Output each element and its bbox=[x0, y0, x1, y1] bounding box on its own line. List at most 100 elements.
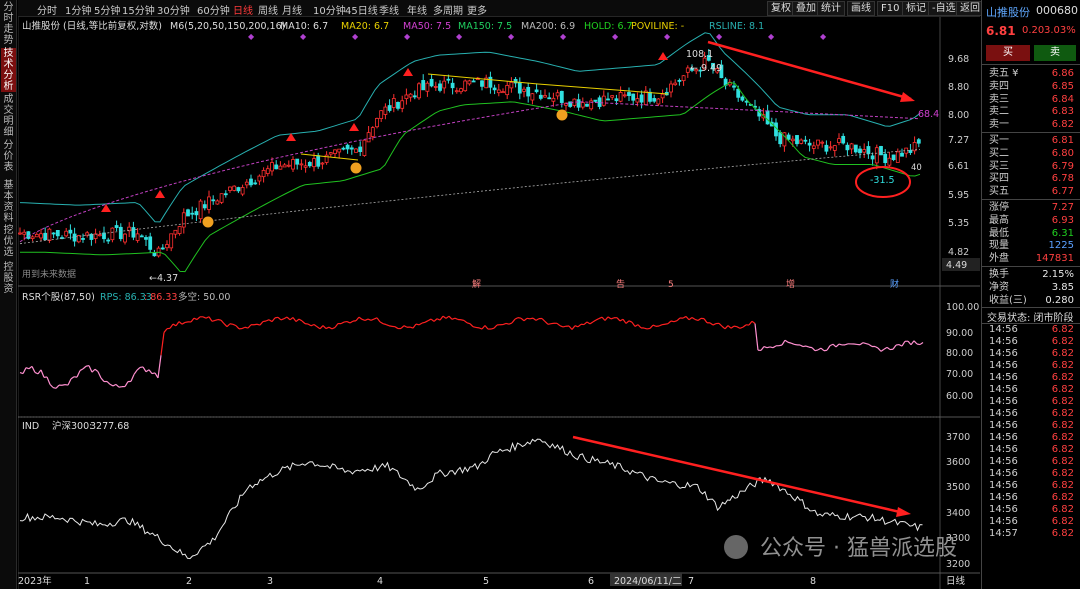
rsr-value: : 86.33 bbox=[144, 292, 177, 303]
ask-label: 卖三 bbox=[989, 93, 1009, 105]
left-nav-item[interactable]: 控股资 bbox=[1, 262, 16, 295]
left-nav-item[interactable]: 挖优选 bbox=[1, 225, 16, 259]
left-nav-item[interactable]: 基本资料 bbox=[1, 180, 16, 224]
left-nav-item[interactable]: 技术分析 bbox=[1, 48, 16, 92]
period-tab[interactable]: 45日线 bbox=[345, 2, 378, 17]
rsr-line bbox=[805, 345, 810, 348]
hold-signal-marker bbox=[556, 109, 568, 121]
time-axis-period: 日线 bbox=[946, 575, 966, 587]
period-tab[interactable]: 1分钟 bbox=[65, 2, 91, 17]
chart-header-label: 山推股份 (日线,等比前复权,对数) bbox=[22, 20, 162, 32]
candle-body bbox=[614, 98, 619, 102]
toolbar-button[interactable]: 叠加 bbox=[792, 1, 820, 16]
period-tab[interactable]: 30分钟 bbox=[157, 2, 190, 17]
buy-signal-marker bbox=[349, 123, 359, 131]
low-price-label: ←4.37 bbox=[149, 273, 178, 284]
rsr-line bbox=[862, 342, 867, 345]
rsr-line bbox=[88, 365, 93, 373]
rsr-line bbox=[175, 321, 180, 327]
divider bbox=[982, 199, 1080, 200]
period-tab[interactable]: 15分钟 bbox=[122, 2, 155, 17]
rsr-line bbox=[208, 316, 213, 322]
rsr-line bbox=[334, 323, 339, 328]
rsr-line bbox=[586, 321, 591, 325]
left-nav-item[interactable]: 成交明细 bbox=[1, 94, 16, 138]
toolbar-button[interactable]: 统计 bbox=[817, 1, 845, 16]
rsr-line bbox=[616, 317, 621, 322]
axis-tick-label: 3600 bbox=[946, 457, 970, 468]
period-tab[interactable]: 5分钟 bbox=[94, 2, 120, 17]
period-tab[interactable]: 更多 bbox=[467, 2, 487, 17]
period-tab[interactable]: 月线 bbox=[282, 2, 302, 17]
period-tab[interactable]: 周线 bbox=[258, 2, 278, 17]
rsr-line bbox=[310, 323, 315, 327]
candle-body bbox=[160, 247, 165, 250]
candle-body bbox=[908, 150, 913, 153]
rsr-line bbox=[82, 365, 87, 370]
rsr-line bbox=[301, 320, 306, 325]
hold-signal-marker bbox=[202, 216, 214, 228]
period-tab[interactable]: 分时 bbox=[37, 2, 57, 17]
axis-tick-label: 3500 bbox=[946, 482, 970, 493]
candle-body bbox=[286, 164, 291, 167]
trade-status: 交易状态: 闭市阶段 bbox=[987, 313, 1074, 325]
rsr-line bbox=[604, 316, 609, 321]
chart-header-label: MA50: 7.5 bbox=[403, 21, 451, 32]
rsr-line bbox=[718, 322, 723, 327]
rsr-line bbox=[901, 340, 906, 347]
toolbar-button[interactable]: 返回 bbox=[956, 1, 984, 16]
toolbar-button[interactable]: 标记 bbox=[902, 1, 930, 16]
toolbar-button[interactable]: 复权 bbox=[767, 1, 795, 16]
tick-price: 6.82 bbox=[1051, 444, 1074, 456]
signal-dot: ◆ bbox=[768, 32, 775, 41]
rsr-line bbox=[181, 321, 186, 325]
period-tab[interactable]: 多周期 bbox=[433, 2, 463, 17]
rsr-line bbox=[838, 343, 843, 346]
rsr-line bbox=[106, 381, 111, 385]
candle-body bbox=[30, 236, 35, 239]
signal-dot: ◆ bbox=[612, 32, 619, 41]
period-tab[interactable]: 60分钟 bbox=[197, 2, 230, 17]
period-tab[interactable]: 季线 bbox=[379, 2, 399, 17]
rsr-line bbox=[802, 345, 807, 348]
candle-body bbox=[144, 237, 148, 240]
left-nav-item[interactable]: 分时走势 bbox=[1, 2, 16, 46]
axis-tick-label: 5.95 bbox=[948, 190, 969, 201]
toolbar-button[interactable]: -自选 bbox=[928, 1, 960, 16]
stat-value: 6.31 bbox=[1051, 227, 1074, 239]
sell-button[interactable]: 卖 bbox=[1034, 45, 1076, 61]
period-tab[interactable]: 年线 bbox=[407, 2, 427, 17]
rsr-line bbox=[913, 340, 918, 345]
time-axis-label: 3 bbox=[267, 576, 273, 587]
period-tab[interactable]: 10分钟 bbox=[313, 2, 346, 17]
toolbar-button[interactable]: F10 bbox=[877, 1, 904, 16]
candle-body bbox=[207, 196, 211, 210]
bid-row: 买三 6.79 bbox=[986, 160, 1078, 173]
candle-body bbox=[824, 144, 829, 152]
rsr-line bbox=[472, 326, 477, 329]
rsr-line bbox=[781, 339, 786, 346]
toolbar-button[interactable]: 画线 bbox=[847, 1, 875, 16]
candle-body bbox=[593, 99, 598, 102]
rsr-line bbox=[919, 342, 924, 346]
stat-label: 最低 bbox=[989, 227, 1009, 239]
rsr-line bbox=[814, 349, 819, 352]
buy-signal-marker bbox=[403, 68, 413, 76]
candle-body bbox=[627, 92, 631, 96]
candle-body bbox=[358, 146, 363, 153]
candle-body bbox=[547, 97, 552, 100]
tick-price: 6.82 bbox=[1051, 480, 1074, 492]
period-tab[interactable]: 日线 bbox=[233, 2, 253, 17]
candle-body bbox=[790, 138, 795, 142]
rsr-line bbox=[346, 321, 351, 324]
left-nav-item[interactable]: 分价表 bbox=[1, 140, 16, 178]
tick-price: 6.82 bbox=[1051, 504, 1074, 516]
rsr-line bbox=[358, 316, 363, 320]
arrow-head bbox=[896, 507, 911, 517]
rsr-line bbox=[370, 318, 375, 321]
buy-button[interactable]: 买 bbox=[986, 45, 1030, 61]
signal-dot: ◆ bbox=[560, 32, 567, 41]
rsr-line bbox=[376, 317, 381, 323]
candle-body bbox=[916, 139, 921, 144]
rsr-line bbox=[265, 319, 270, 322]
